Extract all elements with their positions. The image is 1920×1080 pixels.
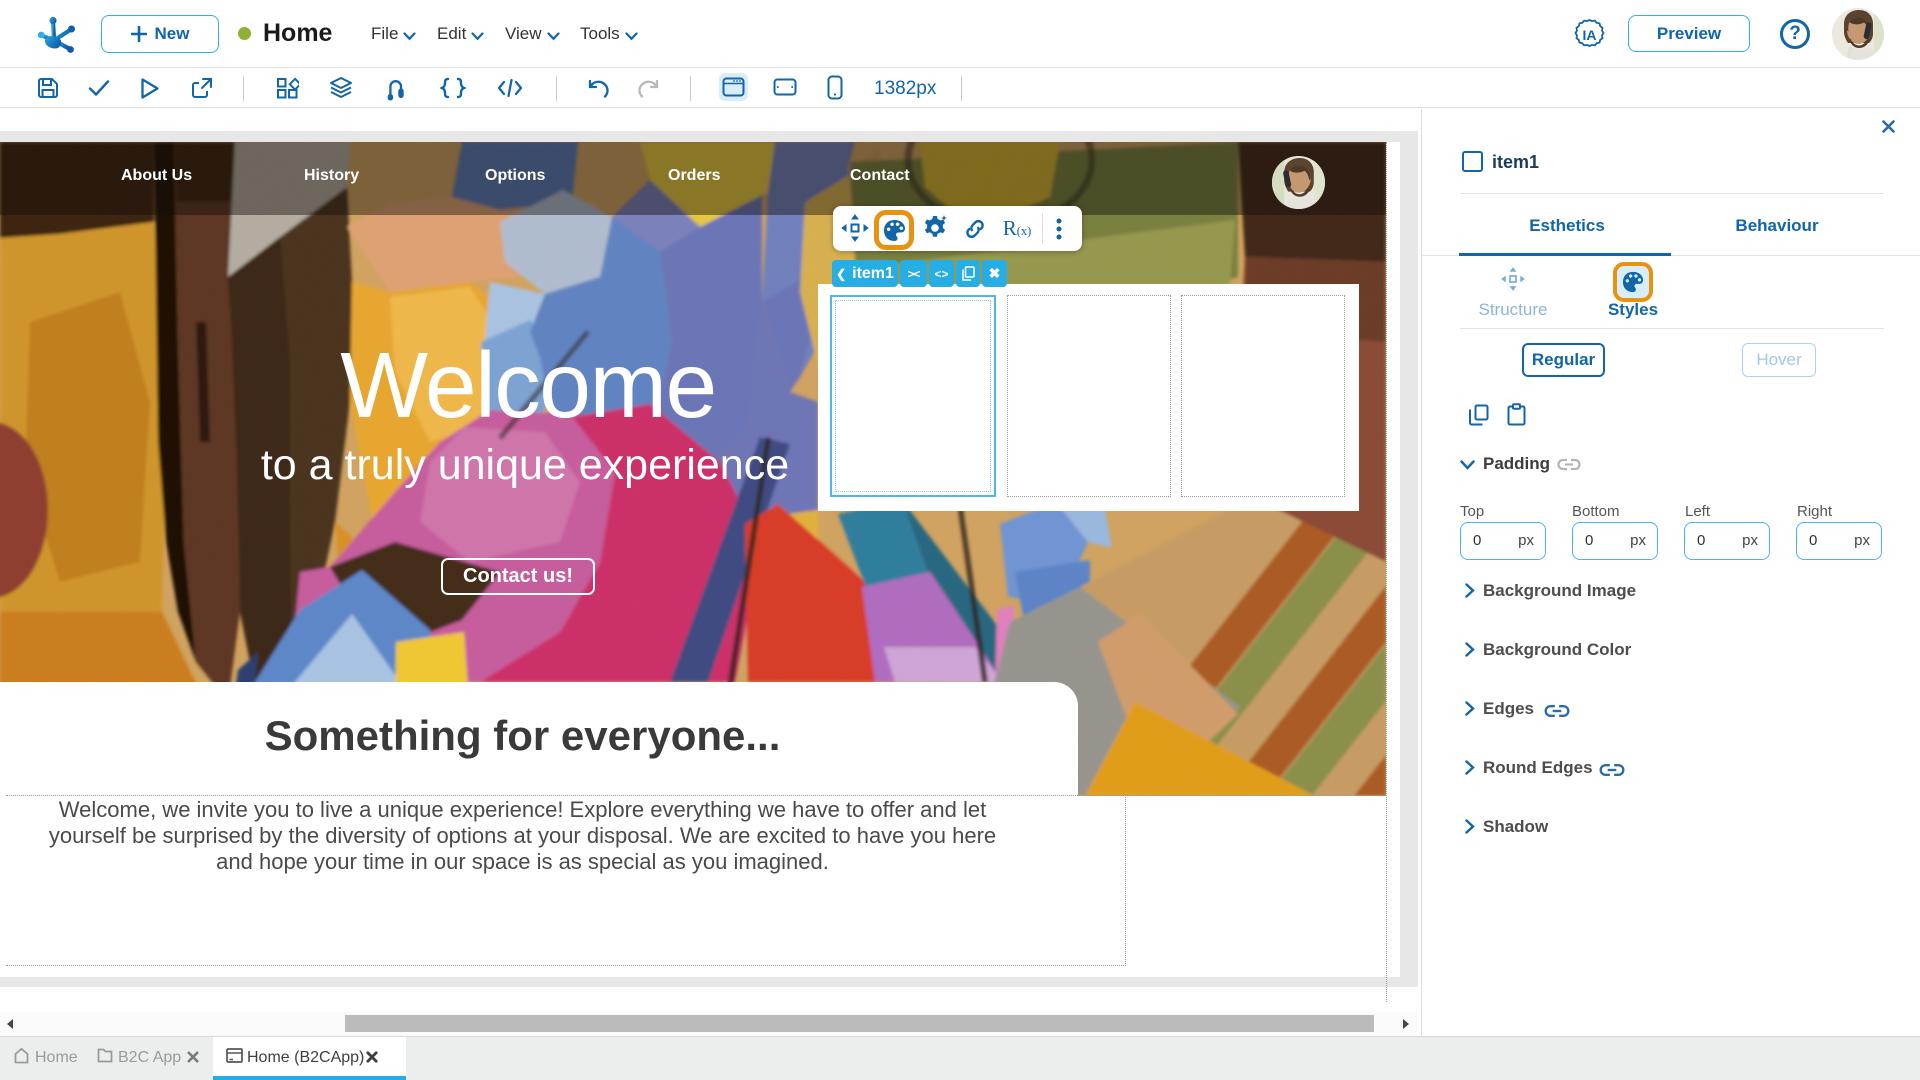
svg-text:IA: IA — [1583, 27, 1597, 43]
